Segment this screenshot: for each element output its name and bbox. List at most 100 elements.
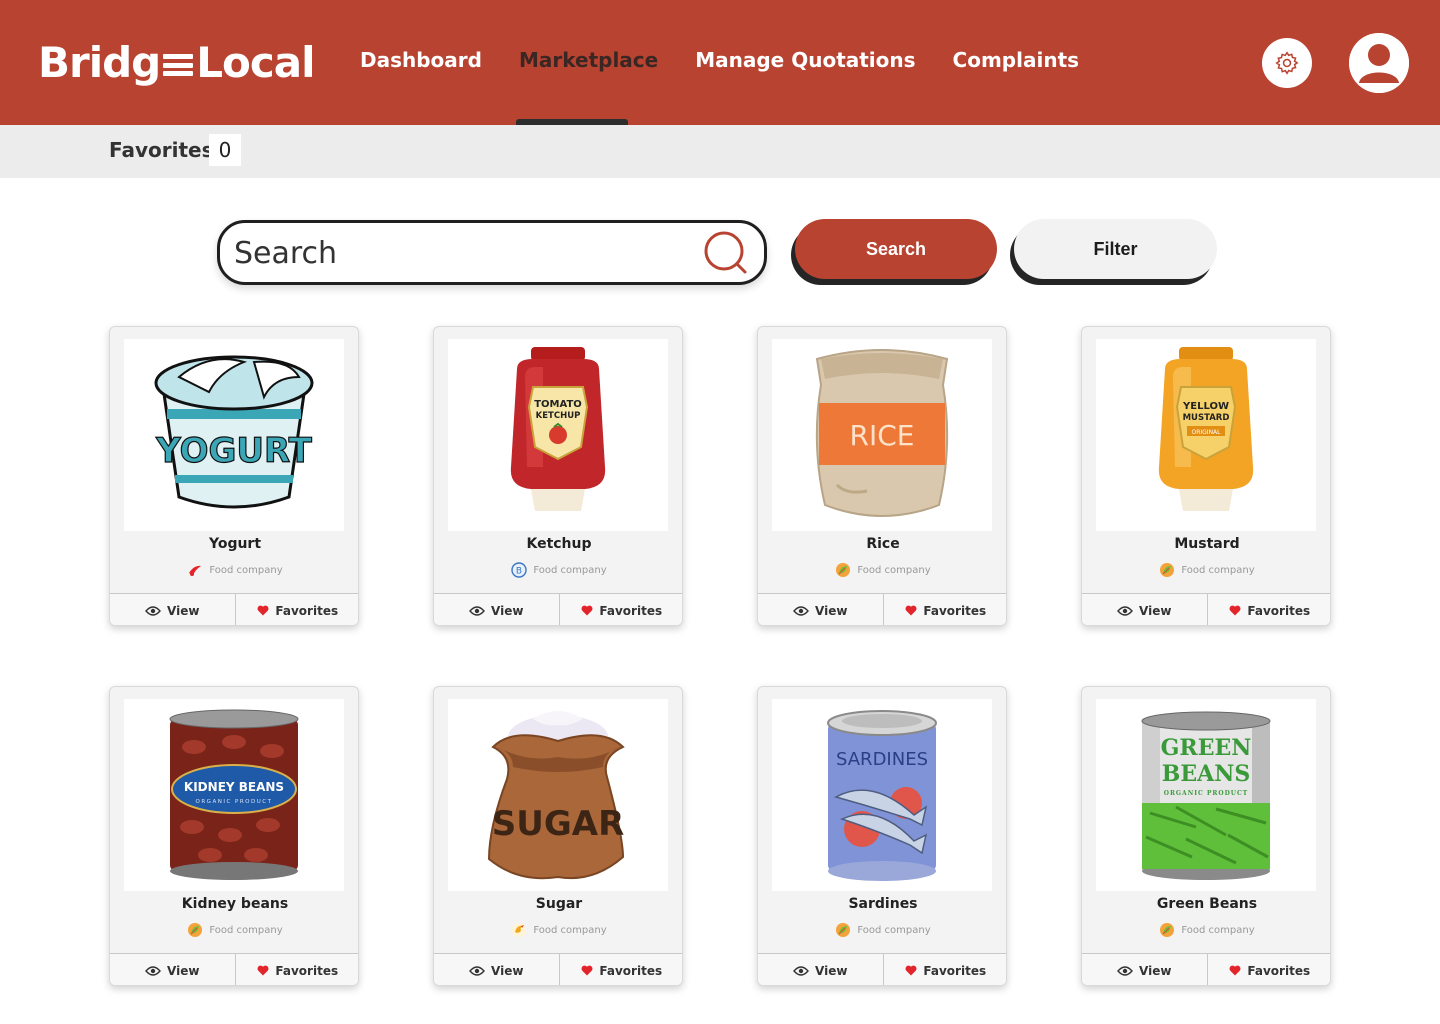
product-image-ketchup[interactable]: TOMATO KETCHUP bbox=[448, 339, 668, 531]
company-info: Food company bbox=[758, 922, 1006, 938]
favorites-button[interactable]: Favorites bbox=[558, 594, 682, 625]
rice-sack-illustration: RICE bbox=[815, 349, 949, 517]
view-button[interactable]: View bbox=[110, 954, 235, 985]
svg-text:YOGURT: YOGURT bbox=[155, 431, 312, 471]
sugar-sack-illustration: SUGAR bbox=[487, 711, 625, 880]
heart-icon bbox=[257, 965, 269, 976]
product-image-sugar[interactable]: SUGAR bbox=[448, 699, 668, 891]
card-actions: View Favorites bbox=[434, 953, 682, 985]
logo-text-left: Bridg bbox=[38, 37, 161, 87]
card-actions: View Favorites bbox=[434, 593, 682, 625]
favorites-button[interactable]: Favorites bbox=[1206, 954, 1330, 985]
svg-text:KETCHUP: KETCHUP bbox=[536, 411, 581, 421]
view-button[interactable]: View bbox=[758, 594, 883, 625]
view-button[interactable]: View bbox=[434, 954, 559, 985]
brand-circle-icon: B bbox=[511, 562, 528, 578]
nav-dashboard[interactable]: Dashboard bbox=[360, 48, 482, 72]
view-label: View bbox=[491, 603, 524, 618]
heart-icon bbox=[257, 605, 269, 616]
product-name: Green Beans bbox=[1156, 896, 1258, 912]
product-image-rice[interactable]: RICE bbox=[772, 339, 992, 531]
profile-button[interactable] bbox=[1349, 33, 1409, 93]
product-image-green-beans[interactable]: GREEN BEANS ORGANIC PRODUCT bbox=[1096, 699, 1316, 891]
favorites-btn-label: Favorites bbox=[923, 963, 987, 978]
brand-leaf-icon bbox=[188, 923, 203, 937]
product-image-yogurt[interactable]: YOGURT bbox=[124, 339, 344, 531]
product-card-sardines: SARDINES Sardines Food company View Favo… bbox=[757, 686, 1007, 986]
svg-text:RICE: RICE bbox=[850, 419, 915, 452]
favorites-label[interactable]: Favorites bbox=[109, 138, 214, 162]
app-logo[interactable]: Bridg Local bbox=[38, 34, 316, 90]
favorites-bar: Favorites 0 bbox=[0, 125, 1440, 178]
company-name: Food company bbox=[1181, 564, 1255, 576]
main-nav: Dashboard Marketplace Manage Quotations … bbox=[360, 48, 1116, 72]
brand-leaf-icon bbox=[1160, 923, 1175, 937]
search-icon[interactable] bbox=[703, 230, 749, 276]
gear-icon bbox=[1275, 51, 1299, 75]
svg-text:B: B bbox=[516, 567, 522, 577]
product-card-mustard: YELLOW MUSTARD ORIGINAL Mustard Food com… bbox=[1081, 326, 1331, 626]
company-info: Food company bbox=[110, 562, 358, 578]
company-info: Food company bbox=[758, 562, 1006, 578]
product-card-rice: RICE Rice Food company View Favorites bbox=[757, 326, 1007, 626]
company-name: Food company bbox=[209, 564, 283, 576]
search-button[interactable]: Search bbox=[795, 219, 997, 279]
svg-text:SARDINES: SARDINES bbox=[836, 749, 928, 770]
view-button[interactable]: View bbox=[758, 954, 883, 985]
favorites-btn-label: Favorites bbox=[1247, 603, 1311, 618]
search-box bbox=[217, 220, 767, 285]
card-actions: View Favorites bbox=[110, 593, 358, 625]
product-name: Rice bbox=[866, 536, 900, 552]
eye-icon bbox=[1117, 965, 1133, 976]
card-actions: View Favorites bbox=[758, 593, 1006, 625]
favorites-button[interactable]: Favorites bbox=[1206, 594, 1330, 625]
company-name: Food company bbox=[209, 924, 283, 936]
nav-manage-quotations[interactable]: Manage Quotations bbox=[695, 48, 915, 72]
heart-icon bbox=[905, 965, 917, 976]
favorites-btn-label: Favorites bbox=[275, 603, 339, 618]
product-name: Sardines bbox=[848, 896, 918, 912]
product-image-kidney-beans[interactable]: KIDNEY BEANS ORGANIC PRODUCT bbox=[124, 699, 344, 891]
brand-leaf-icon bbox=[1160, 563, 1175, 577]
eye-icon bbox=[469, 965, 485, 976]
view-label: View bbox=[1139, 603, 1172, 618]
filter-button[interactable]: Filter bbox=[1014, 219, 1217, 279]
view-button[interactable]: View bbox=[434, 594, 559, 625]
favorites-button[interactable]: Favorites bbox=[558, 954, 682, 985]
eye-icon bbox=[793, 605, 809, 616]
company-name: Food company bbox=[533, 924, 607, 936]
favorites-button[interactable]: Favorites bbox=[882, 954, 1006, 985]
nav-complaints[interactable]: Complaints bbox=[953, 48, 1079, 72]
favorites-button[interactable]: Favorites bbox=[882, 594, 1006, 625]
product-card-sugar: SUGAR Sugar Food company View Favorites bbox=[433, 686, 683, 986]
view-button[interactable]: View bbox=[1082, 594, 1207, 625]
heart-icon bbox=[1229, 965, 1241, 976]
search-input[interactable] bbox=[234, 233, 694, 273]
product-card-ketchup: TOMATO KETCHUP Ketchup B Food company Vi… bbox=[433, 326, 683, 626]
company-name: Food company bbox=[533, 564, 607, 576]
view-button[interactable]: View bbox=[1082, 954, 1207, 985]
svg-text:MUSTARD: MUSTARD bbox=[1183, 413, 1230, 423]
mustard-bottle-illustration: YELLOW MUSTARD ORIGINAL bbox=[1158, 347, 1254, 511]
heart-icon bbox=[905, 605, 917, 616]
product-name: Kidney beans bbox=[181, 896, 289, 912]
logo-text-right: Local bbox=[196, 37, 315, 87]
ketchup-bottle-illustration: TOMATO KETCHUP bbox=[510, 347, 606, 511]
card-actions: View Favorites bbox=[1082, 593, 1330, 625]
card-actions: View Favorites bbox=[110, 953, 358, 985]
svg-text:TOMATO: TOMATO bbox=[534, 399, 582, 410]
nav-marketplace[interactable]: Marketplace bbox=[519, 48, 658, 72]
product-card-yogurt: YOGURT Yogurt Food company View Favorite… bbox=[109, 326, 359, 626]
sardines-can-illustration: SARDINES bbox=[827, 710, 937, 881]
favorites-button[interactable]: Favorites bbox=[234, 594, 358, 625]
product-image-mustard[interactable]: YELLOW MUSTARD ORIGINAL bbox=[1096, 339, 1316, 531]
kidney-beans-can-illustration: KIDNEY BEANS ORGANIC PRODUCT bbox=[169, 709, 299, 880]
svg-text:SUGAR: SUGAR bbox=[492, 804, 625, 844]
settings-button[interactable] bbox=[1262, 38, 1312, 88]
company-name: Food company bbox=[857, 924, 931, 936]
favorites-button[interactable]: Favorites bbox=[234, 954, 358, 985]
favorites-btn-label: Favorites bbox=[599, 963, 663, 978]
view-button[interactable]: View bbox=[110, 594, 235, 625]
product-image-sardines[interactable]: SARDINES bbox=[772, 699, 992, 891]
brand-leaf-icon bbox=[836, 923, 851, 937]
